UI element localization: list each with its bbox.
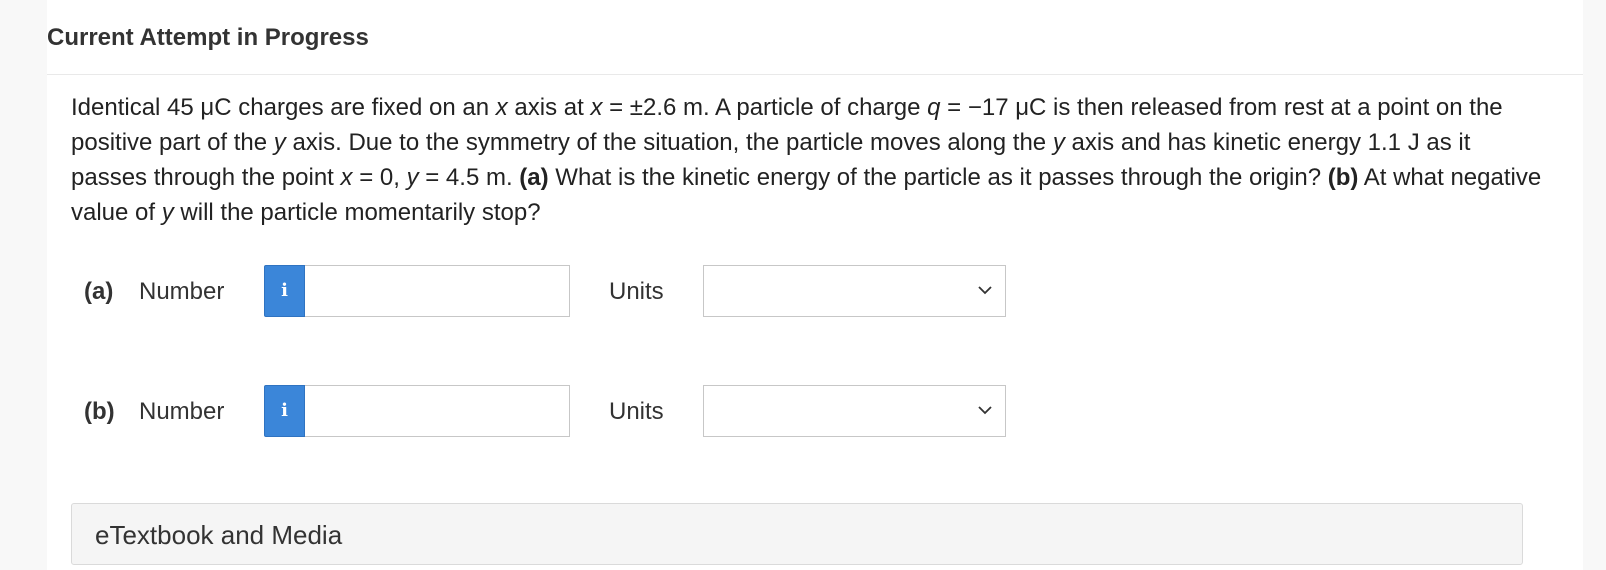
answer-row-b: (b) Number i Units bbox=[47, 385, 1047, 439]
attempt-header: Current Attempt in Progress bbox=[47, 0, 1583, 75]
question-text: Identical 45 μC charges are fixed on an … bbox=[71, 94, 1542, 226]
number-input-a[interactable] bbox=[305, 265, 570, 317]
part-a-marker: (a) bbox=[519, 164, 549, 191]
question-panel: Current Attempt in Progress Identical 45… bbox=[47, 0, 1583, 570]
info-icon[interactable]: i bbox=[264, 385, 305, 437]
answer-row-a: (a) Number i Units bbox=[47, 265, 1047, 319]
part-b-marker: (b) bbox=[1327, 164, 1359, 191]
chevron-down-icon bbox=[978, 286, 992, 295]
number-label-b: Number bbox=[139, 398, 225, 425]
chevron-down-icon bbox=[978, 406, 992, 415]
part-label-a: (a) bbox=[84, 278, 114, 305]
number-input-b[interactable] bbox=[305, 385, 570, 437]
units-label-a: Units bbox=[609, 278, 664, 305]
number-label-a: Number bbox=[139, 278, 225, 305]
units-label-b: Units bbox=[609, 398, 664, 425]
etextbook-media-section[interactable]: eTextbook and Media bbox=[71, 503, 1523, 565]
info-icon[interactable]: i bbox=[264, 265, 305, 317]
etextbook-media-label: eTextbook and Media bbox=[95, 520, 343, 550]
units-select-b[interactable] bbox=[703, 385, 1006, 437]
attempt-title: Current Attempt in Progress bbox=[47, 24, 369, 51]
units-select-a[interactable] bbox=[703, 265, 1006, 317]
part-label-b: (b) bbox=[84, 398, 115, 425]
